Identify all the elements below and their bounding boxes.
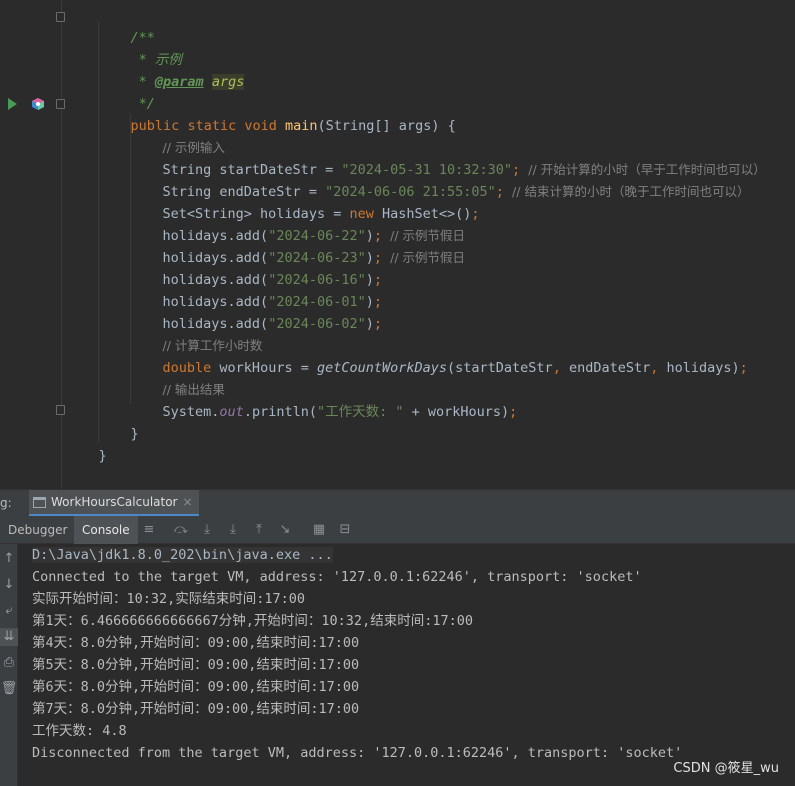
step-over-icon[interactable]: ⤼ [173, 522, 189, 538]
code-editor[interactable]: /** * 示例 * @param args */ public static … [0, 0, 795, 489]
method-close-brace: } [130, 426, 139, 442]
javadoc-description: * 示例 [130, 52, 182, 68]
console-output[interactable]: D:\Java\jdk1.8.0_202\bin\java.exe ... Co… [19, 544, 795, 786]
holiday-add-line: holidays.add("2024-06-22"); // 示例节假日 [162, 228, 466, 244]
console-line: Disconnected from the target VM, address… [32, 745, 683, 761]
print-icon[interactable]: ⎙ [0, 654, 18, 672]
tab-debugger[interactable]: Debugger [0, 516, 75, 544]
console-line: 第4天：8.0分钟,开始时间：09:00,结束时间:17:00 [32, 635, 360, 651]
console-line: 第7天：8.0分钟,开始时间：09:00,结束时间:17:00 [32, 701, 360, 717]
csdn-watermark: CSDN @筱星_wu [673, 761, 779, 776]
javadoc-param: * @param args [130, 74, 245, 90]
console-line: D:\Java\jdk1.8.0_202\bin\java.exe ... [32, 547, 333, 563]
soft-wrap-icon[interactable]: ⤶ [0, 602, 18, 620]
up-arrow-icon[interactable]: ↑ [0, 550, 18, 568]
fold-marker[interactable] [56, 12, 65, 22]
start-date-line: String startDateStr = "2024-05-31 10:32:… [162, 162, 766, 178]
tool-window-title: g: [0, 496, 12, 510]
menu-icon[interactable]: ≡ [141, 522, 157, 538]
trash-icon[interactable]: 🗑 [0, 680, 18, 698]
end-date-line: String endDateStr = "2024-06-06 21:55:05… [162, 184, 750, 200]
javadoc-open: /** [130, 30, 155, 46]
holiday-add-line: holidays.add("2024-06-02"); [162, 316, 383, 332]
run-to-cursor-icon[interactable]: ↘ [277, 522, 293, 538]
fold-marker[interactable] [56, 405, 65, 415]
console-side-toolbar: ↑ ↓ ⤶ ⇊ ⎙ 🗑 [0, 544, 18, 786]
console-line: 实际开始时间：10:32,实际结束时间:17:00 [32, 591, 306, 607]
fold-marker[interactable] [56, 99, 65, 109]
scroll-to-end-icon[interactable]: ⇊ [0, 628, 18, 646]
run-tab-label: WorkHoursCalculator [51, 495, 178, 509]
tab-work-hours-calculator[interactable]: WorkHoursCalculator × [29, 490, 199, 517]
run-triangle-icon[interactable] [8, 98, 17, 110]
console-line: Connected to the target VM, address: '12… [32, 569, 642, 585]
trace-icon[interactable]: ⊟ [337, 522, 353, 538]
class-close-brace: } [98, 448, 107, 464]
holiday-add-line: holidays.add("2024-06-01"); [162, 294, 383, 310]
holiday-add-line: holidays.add("2024-06-23"); // 示例节假日 [162, 250, 466, 266]
comment-line: // 计算工作小时数 [162, 338, 263, 353]
holidays-set-line: Set<String> holidays = new HashSet<>(); [162, 206, 480, 222]
evaluate-icon[interactable]: ▦ [311, 522, 327, 538]
debug-tool-window-header: g: WorkHoursCalculator × [0, 489, 795, 517]
console-line: 第1天：6.466666666666667分钟,开始时间：10:32,结束时间:… [32, 613, 473, 629]
console-line: 第6天：8.0分钟,开始时间：09:00,结束时间:17:00 [32, 679, 360, 695]
step-out-icon[interactable]: ⤒ [251, 522, 267, 538]
gutter-divider [61, 0, 62, 489]
comment-line: // 输出结果 [162, 382, 225, 397]
spring-bean-icon[interactable] [31, 97, 45, 111]
javadoc-close: */ [130, 96, 155, 112]
console-line: 工作天数: 4.8 [32, 723, 127, 739]
step-into-icon[interactable]: ⤓ [199, 522, 215, 538]
comment-line: // 示例输入 [162, 140, 225, 155]
down-arrow-icon[interactable]: ↓ [0, 576, 18, 594]
debugger-toolbar: Debugger Console ≡ ⤼ ⤓ ⤓ ⤒ ↘ ▦ ⊟ [0, 516, 795, 544]
console-line: 第5天：8.0分钟,开始时间：09:00,结束时间:17:00 [32, 657, 360, 673]
println-line: System.out.println("工作天数: " + workHours)… [162, 404, 518, 420]
force-step-into-icon[interactable]: ⤓ [225, 522, 241, 538]
calc-line: double workHours = getCountWorkDays(star… [162, 360, 748, 376]
main-method-signature: public static void main(String[] args) { [130, 118, 456, 134]
tab-console[interactable]: Console [74, 516, 138, 544]
close-icon[interactable]: × [182, 495, 192, 509]
holiday-add-line: holidays.add("2024-06-16"); [162, 272, 383, 288]
window-icon [33, 496, 46, 508]
